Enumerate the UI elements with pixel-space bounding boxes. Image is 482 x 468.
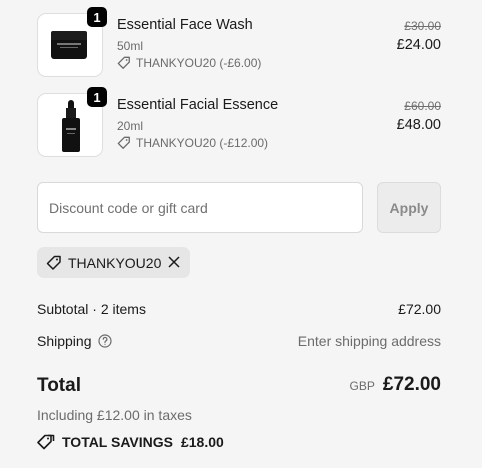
cart-item: 1 Essential Facial Essence 20ml THANKYOU… — [37, 87, 441, 157]
face-wash-jar-image — [51, 31, 87, 59]
original-price: £60.00 — [404, 99, 441, 113]
product-variant: 20ml — [117, 119, 144, 133]
product-name: Essential Face Wash — [117, 17, 253, 33]
tag-icon — [46, 255, 62, 271]
subtotal-label: Subtotal · 2 items — [37, 301, 146, 317]
close-icon[interactable] — [167, 255, 181, 269]
item-discount: THANKYOU20 (-£6.00) — [117, 56, 261, 70]
taxes-note: Including £12.00 in taxes — [37, 407, 192, 423]
product-name: Essential Facial Essence — [117, 97, 279, 113]
applied-discount-chip: THANKYOU20 — [37, 247, 190, 278]
quantity-badge: 1 — [87, 87, 107, 107]
original-price: £30.00 — [404, 19, 441, 33]
currency-code: GBP — [349, 379, 375, 393]
savings-label: TOTAL SAVINGS — [62, 434, 173, 450]
essence-bottle-image — [62, 100, 80, 152]
question-circle-icon[interactable] — [97, 334, 112, 348]
item-price: £24.00 — [396, 37, 441, 53]
total-label: Total — [37, 375, 81, 396]
cart-item: 1 Essential Face Wash 50ml THANKYOU20 (-… — [37, 7, 441, 77]
item-discount-text: THANKYOU20 (-£6.00) — [136, 56, 262, 70]
applied-discount-code: THANKYOU20 — [68, 254, 162, 271]
savings-amount: £18.00 — [180, 434, 224, 450]
item-discount-text: THANKYOU20 (-£12.00) — [136, 136, 269, 150]
tag-icon — [117, 56, 130, 69]
total-amount: £72.00 — [382, 374, 441, 395]
item-price: £48.00 — [396, 117, 441, 133]
total-savings: TOTAL SAVINGS £18.00 — [37, 434, 224, 450]
item-discount: THANKYOU20 (-£12.00) — [117, 136, 268, 150]
discount-code-input[interactable] — [37, 182, 363, 233]
shipping-value: Enter shipping address — [297, 333, 441, 349]
quantity-badge: 1 — [87, 7, 107, 27]
tags-icon — [37, 434, 55, 450]
subtotal-value: £72.00 — [398, 301, 441, 317]
total-value: GBP £72.00 — [350, 374, 441, 396]
product-variant: 50ml — [117, 39, 144, 53]
apply-discount-button[interactable]: Apply — [377, 182, 441, 233]
tag-icon — [117, 136, 130, 149]
shipping-label: Shipping — [37, 333, 92, 349]
